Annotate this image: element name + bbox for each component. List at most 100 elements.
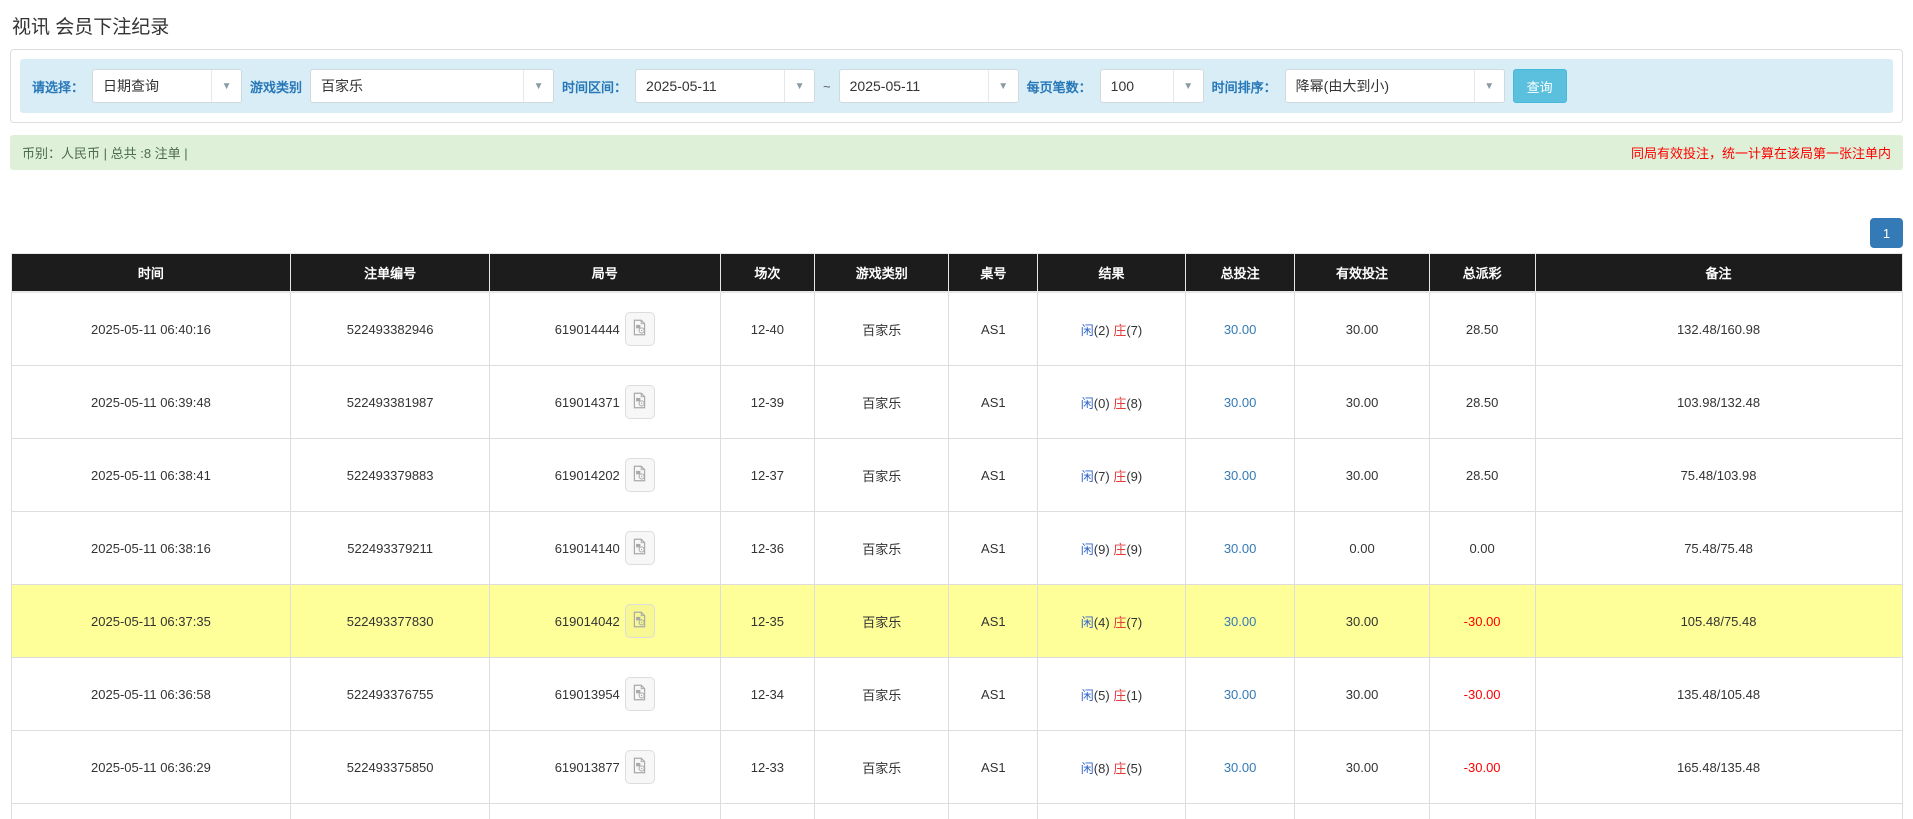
cell-session: 12-36 xyxy=(720,512,815,585)
game-type-select[interactable]: 百家乐 ▼ xyxy=(310,69,554,103)
col-header-total-bet: 总投注 xyxy=(1185,254,1295,293)
result-player-label: 闲 xyxy=(1081,761,1094,776)
chevron-down-icon[interactable]: ▼ xyxy=(211,70,241,102)
query-type-select[interactable]: 日期查询 ▼ xyxy=(92,69,242,103)
cell-time: 2025-05-11 06:37:35 xyxy=(11,585,291,658)
result-player-score: (8) xyxy=(1094,761,1110,776)
cell-bet-id: 522493374727 xyxy=(291,804,490,819)
cell-remark: 165.48/165.48 xyxy=(1535,804,1902,819)
total-bet-link[interactable]: 30.00 xyxy=(1224,687,1257,702)
video-file-icon xyxy=(631,757,648,777)
result-banker-label: 庄 xyxy=(1113,688,1126,703)
cell-time: 2025-05-11 06:38:41 xyxy=(11,439,291,512)
select-type-label: 请选择： xyxy=(32,77,84,96)
video-replay-button[interactable] xyxy=(625,385,655,419)
result-banker-label: 庄 xyxy=(1113,542,1126,557)
cell-remark: 132.48/160.98 xyxy=(1535,292,1902,366)
total-bet-link[interactable]: 30.00 xyxy=(1224,541,1257,556)
total-bet-link[interactable]: 30.00 xyxy=(1224,322,1257,337)
chevron-down-icon[interactable]: ▼ xyxy=(523,70,553,102)
cell-table-no: AS1 xyxy=(949,439,1038,512)
round-id-text: 619014202 xyxy=(555,468,620,483)
page: 视讯 会员下注纪录 请选择： 日期查询 ▼ 游戏类别 百家乐 ▼ 时间区间： 2… xyxy=(0,0,1913,819)
cell-table-no: AS1 xyxy=(949,731,1038,804)
cell-total-bet: 30.00 xyxy=(1185,731,1295,804)
cell-payout: -30.00 xyxy=(1429,658,1535,731)
result-player-score: (2) xyxy=(1094,323,1110,338)
cell-game-type: 百家乐 xyxy=(815,585,949,658)
result-banker-score: (8) xyxy=(1126,396,1142,411)
result-banker-score: (1) xyxy=(1126,688,1142,703)
time-sort-select[interactable]: 降幂(由大到小) ▼ xyxy=(1285,69,1505,103)
video-replay-button[interactable] xyxy=(625,750,655,784)
video-replay-button[interactable] xyxy=(625,677,655,711)
cell-valid-bet: 0.00 xyxy=(1295,804,1429,819)
result-player-score: (5) xyxy=(1094,688,1110,703)
time-sort-label: 时间排序： xyxy=(1212,77,1277,96)
cell-time: 2025-05-11 06:39:48 xyxy=(11,366,291,439)
chevron-down-icon[interactable]: ▼ xyxy=(784,70,814,102)
cell-round-id: 619013779 xyxy=(489,804,720,819)
result-player-score: (9) xyxy=(1094,542,1110,557)
result-banker-score: (7) xyxy=(1126,615,1142,630)
cell-remark: 105.48/75.48 xyxy=(1535,585,1902,658)
result-player-label: 闲 xyxy=(1081,469,1094,484)
cell-time: 2025-05-11 06:35:53 xyxy=(11,804,291,819)
col-header-payout: 总派彩 xyxy=(1429,254,1535,293)
cell-bet-id: 522493377830 xyxy=(291,585,490,658)
cell-result: 闲(8) 庄(5) xyxy=(1038,731,1185,804)
page-1-button[interactable]: 1 xyxy=(1870,218,1903,248)
result-player-label: 闲 xyxy=(1081,688,1094,703)
total-bet-link[interactable]: 30.00 xyxy=(1224,614,1257,629)
cell-game-type: 百家乐 xyxy=(815,658,949,731)
result-player-label: 闲 xyxy=(1081,542,1094,557)
chevron-down-icon[interactable]: ▼ xyxy=(1173,70,1203,102)
video-file-icon xyxy=(631,319,648,339)
page-size-value: 100 xyxy=(1101,70,1173,102)
chevron-down-icon[interactable]: ▼ xyxy=(988,70,1018,102)
result-player-score: (0) xyxy=(1094,396,1110,411)
video-replay-button[interactable] xyxy=(625,604,655,638)
video-replay-button[interactable] xyxy=(625,458,655,492)
table-row: 2025-05-11 06:35:53 522493374727 6190137… xyxy=(11,804,1902,819)
table-row: 2025-05-11 06:38:16 522493379211 6190141… xyxy=(11,512,1902,585)
result-banker-label: 庄 xyxy=(1113,615,1126,630)
page-size-select[interactable]: 100 ▼ xyxy=(1100,69,1204,103)
table-row: 2025-05-11 06:36:29 522493375850 6190138… xyxy=(11,731,1902,804)
currency-total-text: 币别：人民币 | 总共 :8 注单 | xyxy=(22,143,188,162)
cell-game-type: 百家乐 xyxy=(815,292,949,366)
total-bet-link[interactable]: 30.00 xyxy=(1224,395,1257,410)
cell-payout: 28.50 xyxy=(1429,366,1535,439)
date-to-select[interactable]: 2025-05-11 ▼ xyxy=(839,69,1019,103)
round-id-text: 619014371 xyxy=(555,395,620,410)
query-type-value: 日期查询 xyxy=(93,70,211,102)
filter-bar: 请选择： 日期查询 ▼ 游戏类别 百家乐 ▼ 时间区间： 2025-05-11 … xyxy=(20,59,1893,113)
cell-result: 闲(5) 庄(1) xyxy=(1038,658,1185,731)
cell-round-id: 619013877 xyxy=(489,731,720,804)
total-bet-link[interactable]: 30.00 xyxy=(1224,468,1257,483)
round-id-text: 619014140 xyxy=(555,541,620,556)
cell-total-bet: 30.00 xyxy=(1185,804,1295,819)
total-bet-link[interactable]: 30.00 xyxy=(1224,760,1257,775)
cell-valid-bet: 30.00 xyxy=(1295,585,1429,658)
col-header-bet-id: 注单编号 xyxy=(291,254,490,293)
search-button[interactable]: 查询 xyxy=(1513,69,1567,103)
chevron-down-icon[interactable]: ▼ xyxy=(1474,70,1504,102)
video-replay-button[interactable] xyxy=(625,531,655,565)
table-row: 2025-05-11 06:36:58 522493376755 6190139… xyxy=(11,658,1902,731)
round-id-text: 619014042 xyxy=(555,614,620,629)
cell-result: 闲(0) 庄(8) xyxy=(1038,366,1185,439)
cell-valid-bet: 30.00 xyxy=(1295,366,1429,439)
result-banker-label: 庄 xyxy=(1113,323,1126,338)
cell-total-bet: 30.00 xyxy=(1185,292,1295,366)
col-header-result: 结果 xyxy=(1038,254,1185,293)
video-file-icon xyxy=(631,611,648,631)
video-replay-button[interactable] xyxy=(625,312,655,346)
cell-bet-id: 522493379211 xyxy=(291,512,490,585)
cell-table-no: AS1 xyxy=(949,658,1038,731)
result-banker-score: (5) xyxy=(1126,761,1142,776)
cell-result: 闲(0) 庄(0) xyxy=(1038,804,1185,819)
date-from-select[interactable]: 2025-05-11 ▼ xyxy=(635,69,815,103)
cell-result: 闲(4) 庄(7) xyxy=(1038,585,1185,658)
result-banker-score: (9) xyxy=(1126,469,1142,484)
